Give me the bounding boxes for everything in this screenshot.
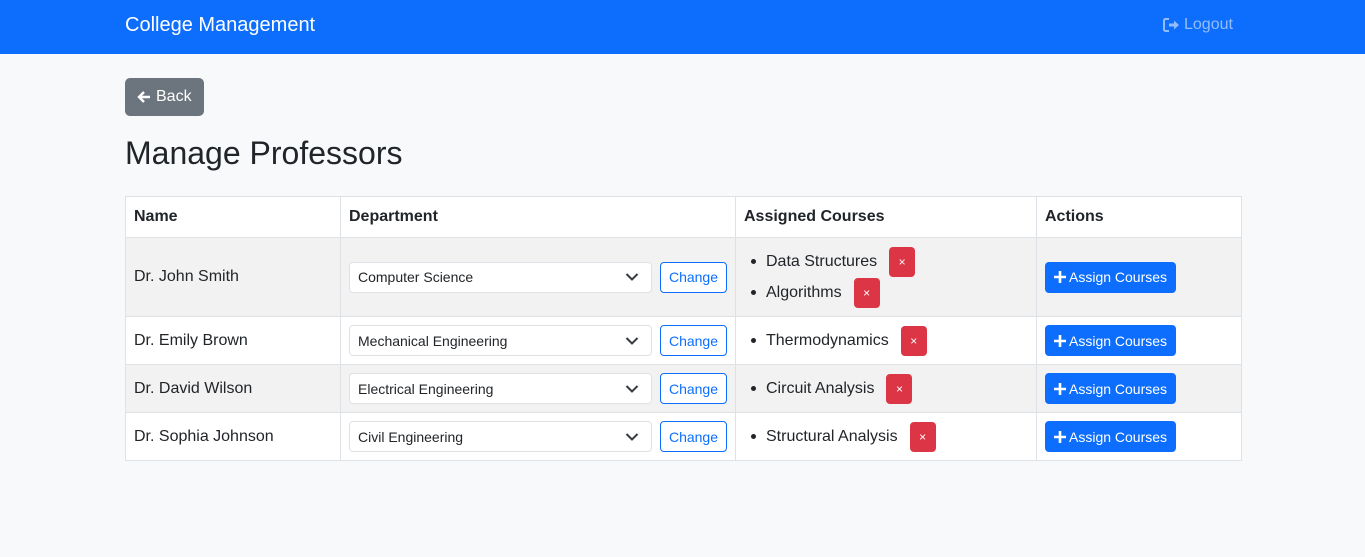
professors-table: Name Department Assigned Courses Actions… <box>125 196 1242 461</box>
actions-cell: Assign Courses <box>1036 316 1242 365</box>
assign-courses-label: Assign Courses <box>1069 428 1168 445</box>
course-item: Thermodynamics × <box>751 325 1028 356</box>
course-name: Data Structures <box>766 252 878 270</box>
professor-name: Dr. Sophia Johnson <box>125 412 341 461</box>
course-item: Structural Analysis × <box>751 421 1028 452</box>
header-department: Department <box>340 196 736 238</box>
actions-cell: Assign Courses <box>1036 364 1242 413</box>
header-name: Name <box>125 196 341 238</box>
chevron-down-icon <box>625 336 639 345</box>
change-department-button[interactable]: Change <box>659 373 727 404</box>
assign-courses-label: Assign Courses <box>1069 269 1168 285</box>
department-cell: Computer Science Change <box>340 237 736 317</box>
table-row: Dr. Emily Brown Mechanical Engineering Cha… <box>125 316 1242 365</box>
professor-name: Dr. Emily Brown <box>125 316 341 365</box>
department-cell: Mechanical Engineering Change <box>340 316 736 365</box>
header-assigned-courses: Assigned Courses <box>735 196 1037 238</box>
department-cell: Electrical Engineering Change <box>340 364 736 413</box>
department-select[interactable]: Electrical Engineering <box>349 373 652 404</box>
department-value: Electrical Engineering <box>358 380 494 397</box>
plus-icon <box>1054 382 1066 395</box>
actions-cell: Assign Courses <box>1036 237 1242 317</box>
change-department-button[interactable]: Change <box>659 261 727 293</box>
course-item: Circuit Analysis × <box>751 373 1028 404</box>
professor-name: Dr. John Smith <box>125 237 341 317</box>
arrow-left-icon <box>137 91 150 103</box>
remove-course-button[interactable]: × <box>886 373 913 404</box>
course-name: Circuit Analysis <box>766 379 875 397</box>
department-select[interactable]: Civil Engineering <box>349 421 652 452</box>
department-value: Civil Engineering <box>358 428 464 445</box>
table-row: Dr. Sophia Johnson Civil Engineering Chang… <box>125 412 1242 461</box>
page-title: Manage Professors <box>125 135 403 171</box>
courses-cell: Structural Analysis × <box>735 412 1037 461</box>
plus-icon <box>1054 271 1066 283</box>
course-list: Thermodynamics × <box>744 325 1028 356</box>
department-select[interactable]: Computer Science <box>349 261 652 293</box>
course-list: Circuit Analysis × <box>744 373 1028 404</box>
professor-name: Dr. David Wilson <box>125 364 341 413</box>
logout-label: Logout <box>1184 16 1233 33</box>
remove-course-button[interactable]: × <box>889 246 916 277</box>
course-name: Algorithms <box>766 283 842 301</box>
remove-course-button[interactable]: × <box>909 421 936 452</box>
change-department-button[interactable]: Change <box>659 325 727 356</box>
brand-title[interactable]: College Management <box>125 14 315 37</box>
assign-courses-button[interactable]: Assign Courses <box>1045 373 1177 404</box>
header-actions: Actions <box>1036 196 1242 238</box>
plus-icon <box>1054 334 1066 347</box>
chevron-down-icon <box>625 432 639 441</box>
plus-icon <box>1054 430 1066 443</box>
course-name: Thermodynamics <box>766 331 889 349</box>
courses-cell: Thermodynamics × <box>735 316 1037 365</box>
courses-cell: Circuit Analysis × <box>735 364 1037 413</box>
assign-courses-label: Assign Courses <box>1069 380 1168 397</box>
table-row: Dr. David Wilson Electrical Engineering Ch… <box>125 364 1242 413</box>
main-container: Back Manage Professors Name Department A… <box>125 78 1242 461</box>
assign-courses-button[interactable]: Assign Courses <box>1045 261 1177 293</box>
department-select[interactable]: Mechanical Engineering <box>349 325 652 356</box>
navbar: College Management Logout <box>0 0 1365 54</box>
course-name: Structural Analysis <box>766 427 898 445</box>
remove-course-button[interactable]: × <box>900 325 927 356</box>
department-value: Computer Science <box>358 269 474 285</box>
course-list: Structural Analysis × <box>744 421 1028 452</box>
actions-cell: Assign Courses <box>1036 412 1242 461</box>
remove-course-button[interactable]: × <box>853 277 880 308</box>
assign-courses-button[interactable]: Assign Courses <box>1045 421 1177 452</box>
change-department-button[interactable]: Change <box>659 421 727 452</box>
assign-courses-button[interactable]: Assign Courses <box>1045 325 1177 356</box>
department-cell: Civil Engineering Change <box>340 412 736 461</box>
logout-link[interactable]: Logout <box>1163 16 1233 34</box>
table-row: Dr. John Smith Computer Science Change Data… <box>125 237 1242 317</box>
department-value: Mechanical Engineering <box>358 332 508 349</box>
courses-cell: Data Structures × Algorithms × <box>735 237 1037 317</box>
chevron-down-icon <box>625 273 639 281</box>
course-item: Data Structures × <box>751 246 1028 277</box>
back-button[interactable]: Back <box>125 78 204 116</box>
course-item: Algorithms × <box>751 277 1028 308</box>
chevron-down-icon <box>625 384 639 393</box>
sign-out-icon <box>1163 18 1179 32</box>
assign-courses-label: Assign Courses <box>1069 332 1168 349</box>
back-label: Back <box>156 88 192 105</box>
course-list: Data Structures × Algorithms × <box>744 246 1028 308</box>
